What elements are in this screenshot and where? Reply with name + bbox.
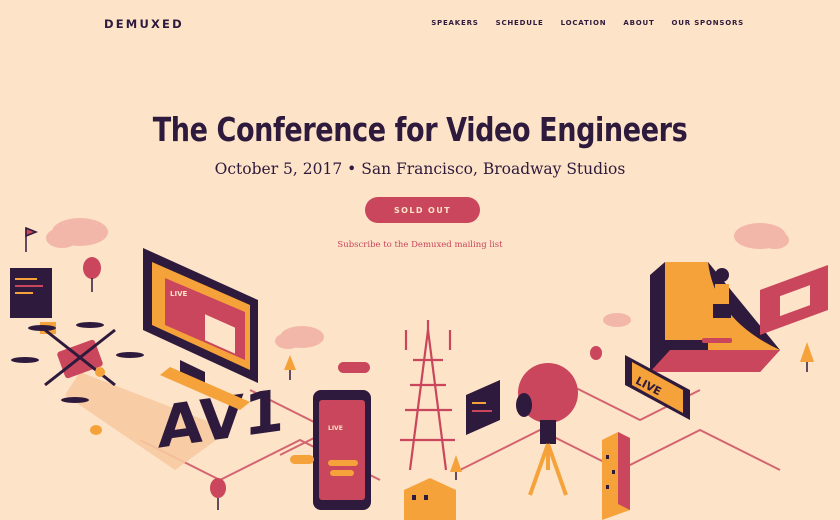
cloud-right xyxy=(734,223,789,249)
svg-text:AV1: AV1 xyxy=(158,376,284,461)
svg-text:LIVE: LIVE xyxy=(170,290,187,298)
camera-sphere xyxy=(516,363,578,496)
cloud-right-small xyxy=(603,313,631,327)
building xyxy=(602,432,630,520)
buildings-bottom xyxy=(404,478,456,520)
orange-blob-left xyxy=(90,425,102,435)
phone: LIVE xyxy=(313,390,371,510)
sutro-tower xyxy=(400,320,455,471)
flag-left xyxy=(25,226,39,252)
svg-text:LIVE: LIVE xyxy=(328,425,343,432)
av1-letters: AV1 xyxy=(158,376,284,461)
cloud-mid xyxy=(275,326,324,349)
code-panel-right xyxy=(760,265,828,335)
code-panel-center xyxy=(466,380,500,435)
hero-illustration: AV1 LIVE LIVE LIVE xyxy=(10,218,828,520)
